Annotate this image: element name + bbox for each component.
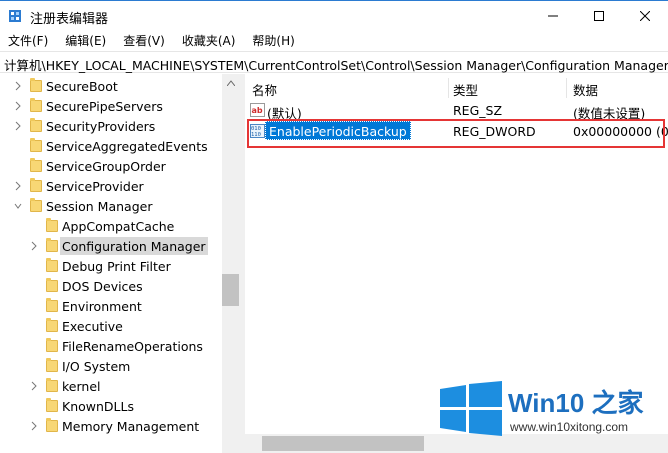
chevron-right-icon[interactable] (30, 241, 38, 251)
menu-favorites[interactable]: 收藏夹(A) (174, 30, 245, 50)
watermark-url: www.win10xitong.com (510, 420, 629, 434)
menu-help[interactable]: 帮助(H) (244, 30, 303, 50)
folder-icon (46, 298, 58, 312)
tree-item-label: Memory Management (62, 419, 200, 434)
column-header-name[interactable]: 名称 (252, 78, 277, 98)
folder-icon (46, 318, 58, 332)
tree-item[interactable]: ServiceAggregatedEvents (0, 136, 222, 156)
tree-item[interactable]: AppCompatCache (0, 216, 222, 236)
chevron-right-icon[interactable] (30, 381, 38, 391)
value-type: REG_SZ (453, 103, 503, 118)
folder-icon (30, 118, 42, 132)
key-tree: SecureBoot SecurePipeServers SecurityProvi… (0, 74, 239, 453)
folder-icon (46, 278, 58, 292)
minimize-button[interactable] (530, 1, 576, 31)
watermark: Win10 之家 www.win10xitong.com (436, 381, 664, 437)
column-header-type[interactable]: 类型 (453, 78, 478, 98)
list-scrollbar-thumb[interactable] (262, 436, 424, 451)
tree-item[interactable]: DOS Devices (0, 276, 222, 296)
chevron-right-icon[interactable] (14, 121, 22, 131)
tree-item-label: Debug Print Filter (62, 259, 171, 274)
chevron-right-icon[interactable] (14, 181, 22, 191)
chevron-right-icon[interactable] (14, 81, 22, 91)
menu-edit[interactable]: 编辑(E) (57, 30, 115, 50)
tree-item[interactable]: SecurityProviders (0, 116, 222, 136)
tree-item-label: Executive (62, 319, 123, 334)
tree-item-label: Configuration Manager (60, 237, 208, 255)
folder-icon (46, 358, 58, 372)
folder-icon (46, 398, 58, 412)
tree-item-label: Environment (62, 299, 142, 314)
tree-item[interactable]: Debug Print Filter (0, 256, 222, 276)
window-title: 注册表编辑器 (30, 12, 109, 27)
menu-bar: 文件(F) 编辑(E) 查看(V) 收藏夹(A) 帮助(H) (0, 30, 668, 50)
value-row-default[interactable]: ab (默认) REG_SZ (数值未设置) (245, 100, 668, 121)
title-bar: 注册表编辑器 (0, 0, 668, 30)
address-path[interactable]: 计算机\HKEY_LOCAL_MACHINE\SYSTEM\CurrentCon… (4, 55, 668, 74)
windows-logo-icon (440, 381, 502, 436)
folder-icon (46, 258, 58, 272)
chevron-down-icon[interactable] (14, 201, 22, 211)
tree-item-label: ServiceProvider (46, 179, 144, 194)
tree-item-label: DOS Devices (62, 279, 143, 294)
tree-item-label: Session Manager (46, 199, 153, 214)
column-divider[interactable] (448, 78, 449, 98)
string-value-icon: ab (250, 103, 265, 117)
tree-vertical-scrollbar[interactable] (222, 74, 239, 453)
folder-icon (30, 198, 42, 212)
menu-file[interactable]: 文件(F) (0, 30, 57, 50)
tree-item-label: ServiceAggregatedEvents (46, 139, 208, 154)
tree-item-label: I/O System (62, 359, 131, 374)
red-highlight-box (247, 119, 665, 148)
tree-scrollbar-thumb[interactable] (222, 274, 239, 306)
folder-icon (46, 338, 58, 352)
folder-icon (46, 378, 58, 392)
column-divider[interactable] (566, 78, 567, 98)
svg-text:ab: ab (252, 106, 263, 115)
folder-icon (46, 238, 58, 252)
maximize-icon (594, 11, 604, 21)
folder-icon (30, 78, 42, 92)
tree-item[interactable]: Memory Management (0, 416, 222, 436)
maximize-button[interactable] (576, 1, 622, 31)
tree-item[interactable]: Configuration Manager (0, 236, 222, 256)
address-bar[interactable]: 计算机\HKEY_LOCAL_MACHINE\SYSTEM\CurrentCon… (0, 51, 668, 73)
close-icon (640, 11, 650, 21)
folder-icon (30, 138, 42, 152)
folder-icon (46, 418, 58, 432)
folder-icon (30, 178, 42, 192)
menu-view[interactable]: 查看(V) (115, 30, 174, 50)
tree-item[interactable]: Executive (0, 316, 222, 336)
minimize-icon (548, 15, 558, 17)
tree-item[interactable]: I/O System (0, 356, 222, 376)
tree-item-label: SecurePipeServers (46, 99, 163, 114)
tree-item[interactable]: SecurePipeServers (0, 96, 222, 116)
chevron-right-icon[interactable] (14, 101, 22, 111)
tree-item-label: ServiceGroupOrder (46, 159, 166, 174)
chevron-right-icon[interactable] (30, 421, 38, 431)
close-button[interactable] (622, 1, 668, 31)
folder-icon (30, 98, 42, 112)
tree-item[interactable]: FileRenameOperations (0, 336, 222, 356)
scroll-up-arrow-icon[interactable] (227, 80, 235, 86)
tree-item-label: KnownDLLs (62, 399, 134, 414)
tree-item[interactable]: Environment (0, 296, 222, 316)
folder-icon (46, 218, 58, 232)
tree-item[interactable]: ServiceProvider (0, 176, 222, 196)
tree-item[interactable]: KnownDLLs (0, 396, 222, 416)
tree-item[interactable]: ServiceGroupOrder (0, 156, 222, 176)
tree-item[interactable]: SecureBoot (0, 76, 222, 96)
watermark-title: Win10 之家 (508, 388, 644, 418)
tree-item-label: AppCompatCache (62, 219, 175, 234)
tree-item-label: kernel (62, 379, 101, 394)
regedit-app-icon (9, 10, 21, 22)
tree-item-label: SecurityProviders (46, 119, 156, 134)
folder-icon (30, 158, 42, 172)
tree-item[interactable]: kernel (0, 376, 222, 396)
column-header-data[interactable]: 数据 (573, 78, 598, 98)
tree-item-label: FileRenameOperations (62, 339, 203, 354)
tree-item[interactable]: Session Manager (0, 196, 222, 216)
tree-item-label: SecureBoot (46, 79, 118, 94)
